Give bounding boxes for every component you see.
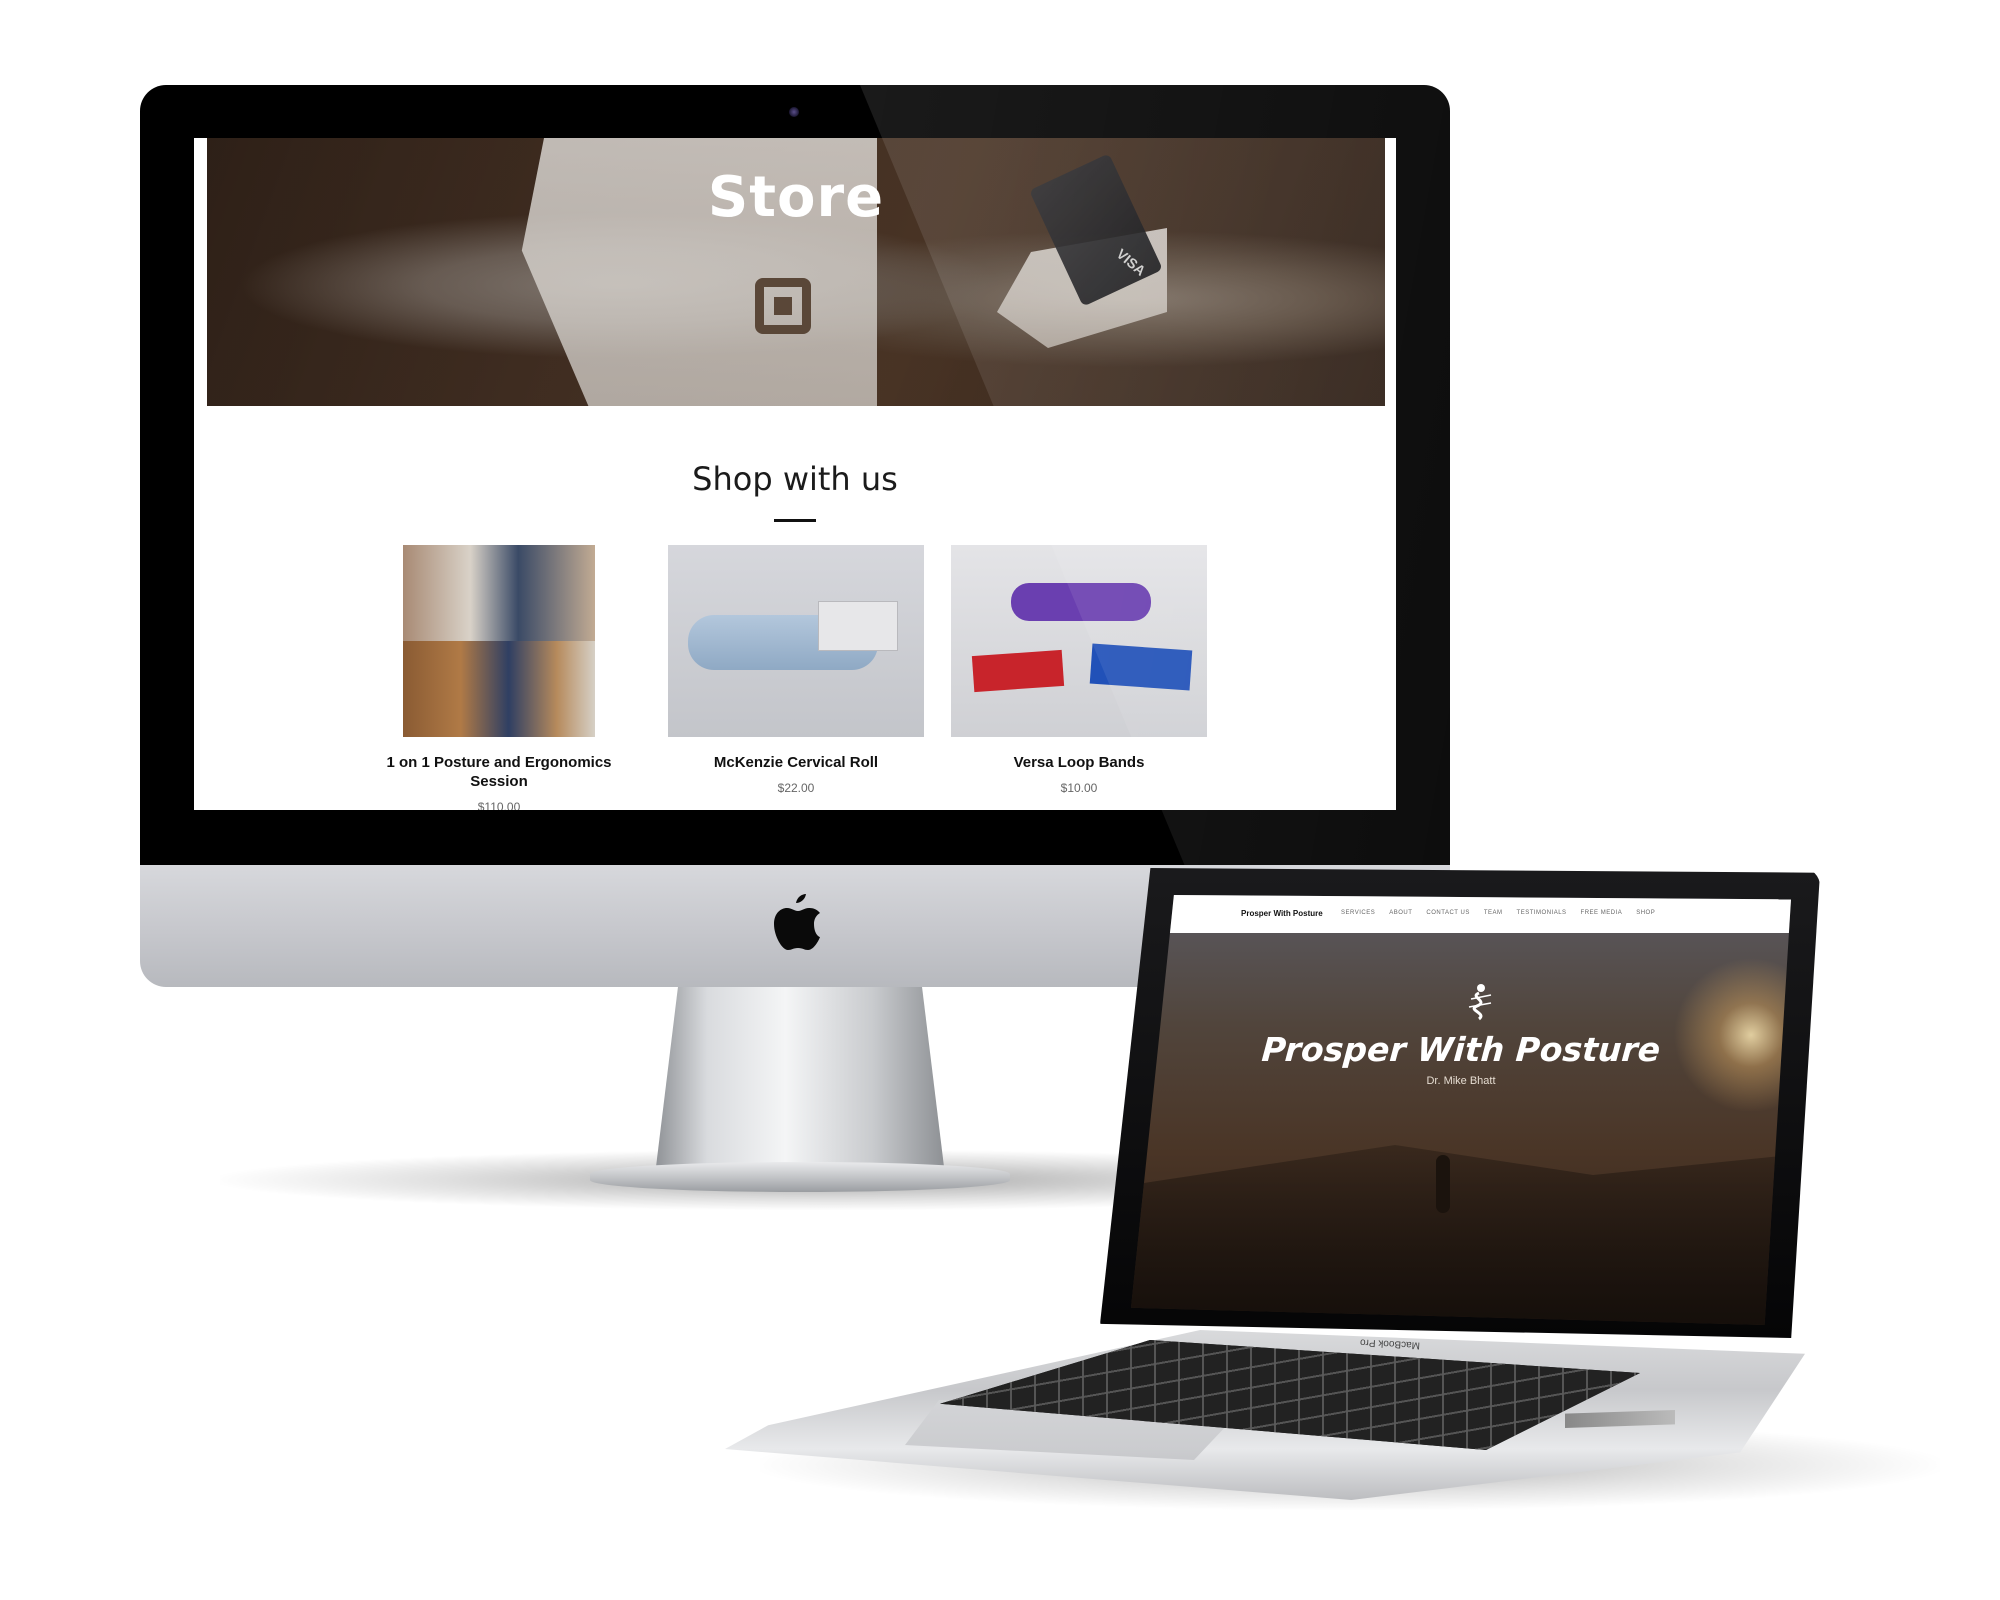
nav-links: SERVICES ABOUT CONTACT US TEAM TESTIMONI… — [1341, 910, 1655, 916]
imac-foot — [590, 1162, 1010, 1192]
nav-link-shop[interactable]: SHOP — [1636, 910, 1655, 916]
product-card-posture-session[interactable]: 1 on 1 Posture and Ergonomics Session $1… — [374, 545, 624, 810]
product-name[interactable]: Versa Loop Bands — [951, 753, 1207, 772]
site-brand[interactable]: Prosper With Posture — [1241, 909, 1323, 918]
product-image[interactable] — [668, 545, 924, 737]
product-name[interactable]: 1 on 1 Posture and Ergonomics Session — [374, 753, 624, 791]
nav-link-team[interactable]: TEAM — [1484, 910, 1503, 916]
imac-stand — [655, 985, 945, 1175]
site-navbar: Prosper With Posture SERVICES ABOUT CONT… — [1131, 895, 1791, 933]
hero-title: Prosper With Posture — [1260, 1030, 1662, 1069]
heading-divider — [774, 519, 816, 522]
product-price: $110.00 — [477, 800, 521, 810]
nav-link-services[interactable]: SERVICES — [1341, 910, 1375, 916]
page-title: Store — [707, 165, 885, 230]
hero-subtitle: Dr. Mike Bhatt — [1426, 1075, 1496, 1087]
macbook-screen: Prosper With Posture SERVICES ABOUT CONT… — [1131, 895, 1791, 1325]
product-image[interactable] — [951, 545, 1207, 737]
product-price: $22.00 — [777, 781, 815, 795]
nav-link-about[interactable]: ABOUT — [1389, 910, 1412, 916]
nav-link-contact[interactable]: CONTACT US — [1426, 910, 1469, 916]
product-name[interactable]: McKenzie Cervical Roll — [668, 753, 924, 772]
mountain-silhouette — [1131, 1145, 1791, 1325]
store-hero-banner: VISA Store — [207, 138, 1385, 406]
imac-screen: VISA Store Shop with us 1 on 1 Posture a… — [194, 138, 1396, 810]
spine-logo-icon — [1468, 984, 1492, 1021]
nav-link-free-media[interactable]: FREE MEDIA — [1581, 910, 1623, 916]
product-card-loop-bands[interactable]: Versa Loop Bands $10.00 — [951, 545, 1207, 795]
product-price: $10.00 — [1060, 781, 1098, 795]
nav-link-testimonials[interactable]: TESTIMONIALS — [1517, 910, 1567, 916]
product-card-cervical-roll[interactable]: McKenzie Cervical Roll $22.00 — [668, 545, 924, 795]
product-image[interactable] — [403, 545, 595, 737]
card-brand-text: VISA — [1113, 245, 1149, 279]
apple-logo-icon — [774, 894, 820, 950]
yoga-person-silhouette — [1436, 1155, 1450, 1213]
section-heading: Shop with us — [692, 460, 898, 498]
square-logo-icon — [755, 278, 811, 334]
camera-icon — [789, 107, 799, 117]
